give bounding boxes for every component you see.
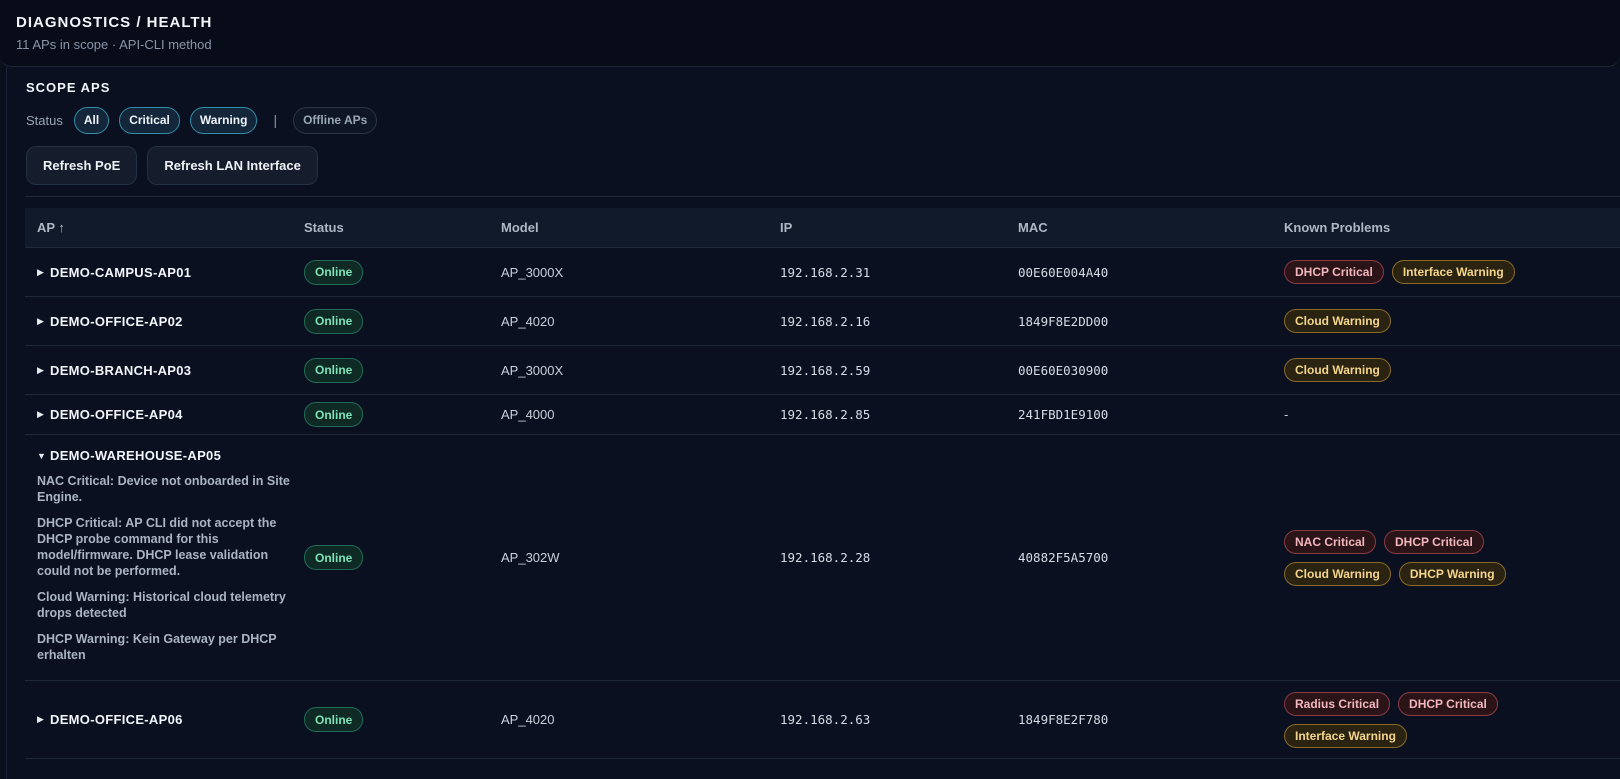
column-header-ip[interactable]: IP — [780, 220, 1018, 235]
ap-name: DEMO-OFFICE-AP04 — [50, 407, 183, 422]
refresh-poe-button[interactable]: Refresh PoE — [26, 146, 138, 185]
action-buttons: Refresh PoE Refresh LAN Interface — [26, 146, 318, 185]
status-badge: Online — [304, 308, 364, 334]
ip-cell: 192.168.2.85 — [780, 407, 871, 422]
problem-tag: DHCP Critical — [1284, 260, 1384, 284]
problem-tags: NAC Critical DHCP Critical Cloud Warning… — [1284, 529, 1544, 586]
ap-name-cell[interactable]: ▼ DEMO-WAREHOUSE-AP05 NAC Critical: Devi… — [25, 435, 304, 680]
ap-name: DEMO-OFFICE-AP06 — [50, 712, 183, 727]
problem-tags: DHCP Critical Interface Warning — [1284, 260, 1544, 284]
section-title: SCOPE APS — [26, 80, 111, 95]
detail-line: DHCP Critical: AP CLI did not accept the… — [37, 516, 277, 578]
column-header-status[interactable]: Status — [304, 220, 501, 235]
column-header-mac[interactable]: MAC — [1018, 220, 1284, 235]
table-row-expanded[interactable]: ▼ DEMO-WAREHOUSE-AP05 NAC Critical: Devi… — [25, 435, 1620, 681]
problem-tag: Interface Warning — [1284, 723, 1407, 748]
model-cell: AP_3000X — [501, 362, 564, 378]
ip-cell: 192.168.2.31 — [780, 264, 871, 280]
status-badge: Online — [304, 402, 364, 427]
ap-name: DEMO-CAMPUS-AP01 — [50, 264, 192, 280]
column-header-model[interactable]: Model — [501, 220, 780, 235]
ap-name: DEMO-WAREHOUSE-AP05 — [50, 448, 222, 463]
problem-tag: Radius Critical — [1284, 691, 1391, 716]
ap-name-cell[interactable]: ▶ DEMO-OFFICE-AP02 — [25, 314, 304, 329]
problem-tag: NAC Critical — [1284, 529, 1377, 554]
scope-panel: SCOPE APS Status All Critical Warning | … — [6, 67, 1620, 779]
filter-offline-chip[interactable]: Offline APs — [293, 106, 378, 134]
detail-line: NAC Critical: Device not onboarded in Si… — [37, 474, 290, 504]
model-cell: AP_3000X — [501, 264, 564, 280]
problem-tag: Cloud Warning — [1284, 358, 1391, 382]
page-subtitle: 11 APs in scope · API-CLI method — [16, 37, 212, 52]
page-header: DIAGNOSTICS / HEALTH 11 APs in scope · A… — [0, 0, 1620, 67]
problem-tag: DHCP Critical — [1398, 691, 1498, 716]
model-cell: AP_4000 — [501, 407, 555, 422]
column-header-known-problems[interactable]: Known Problems — [1284, 220, 1620, 235]
problem-tag: Interface Warning — [1391, 260, 1515, 284]
status-badge: Online — [304, 259, 364, 285]
ap-name-cell[interactable]: ▶ DEMO-BRANCH-AP03 — [25, 363, 304, 378]
model-cell: AP_4020 — [501, 712, 555, 727]
mac-cell: 00E60E004A40 — [1018, 264, 1109, 280]
filter-divider: | — [273, 112, 278, 128]
status-badge: Online — [304, 707, 364, 732]
filter-all-chip[interactable]: All — [73, 106, 110, 134]
mac-cell: 1849F8E2F780 — [1018, 712, 1109, 727]
mac-cell: 241FBD1E9100 — [1018, 407, 1109, 422]
table-header: AP ↑ Status Model IP MAC Known Problems — [25, 208, 1620, 248]
table-row[interactable]: ▶ DEMO-OFFICE-AP02 Online AP_4020 192.16… — [25, 297, 1620, 346]
separator — [25, 196, 1620, 197]
problem-tags: Cloud Warning — [1284, 358, 1544, 382]
status-badge: Online — [304, 357, 364, 383]
table-row[interactable]: ▶ DEMO-OFFICE-AP06 Online AP_4020 192.16… — [25, 681, 1620, 759]
detail-line: DHCP Warning: Kein Gateway per DHCP erha… — [37, 632, 277, 662]
mac-cell: 00E60E030900 — [1018, 362, 1109, 378]
page-title: DIAGNOSTICS / HEALTH — [16, 14, 213, 31]
ap-name: DEMO-OFFICE-AP02 — [50, 313, 183, 329]
refresh-lan-interface-button[interactable]: Refresh LAN Interface — [147, 146, 318, 185]
problem-tag: DHCP Warning — [1398, 561, 1506, 586]
problem-details: NAC Critical: Device not onboarded in Si… — [37, 473, 304, 663]
status-badge: Online — [304, 545, 364, 570]
table-row[interactable]: ▶ DEMO-BRANCH-AP03 Online AP_3000X 192.1… — [25, 346, 1620, 395]
mac-cell: 40882F5A5700 — [1018, 550, 1109, 565]
ap-name: DEMO-BRANCH-AP03 — [50, 362, 192, 378]
ip-cell: 192.168.2.63 — [780, 712, 871, 727]
filter-label: Status — [26, 112, 63, 128]
expand-caret-icon[interactable]: ▶ — [37, 365, 50, 376]
ap-name-cell[interactable]: ▶ DEMO-OFFICE-AP04 — [25, 407, 304, 422]
expand-caret-icon[interactable]: ▶ — [37, 409, 50, 420]
table-row[interactable]: ▶ DEMO-OFFICE-AP04 Online AP_4000 192.16… — [25, 395, 1620, 435]
table-row[interactable]: ▶ DEMO-CAMPUS-AP01 Online AP_3000X 192.1… — [25, 248, 1620, 297]
collapse-caret-icon[interactable]: ▼ — [37, 451, 50, 461]
problem-tag: DHCP Critical — [1384, 529, 1484, 554]
detail-line: Cloud Warning: Historical cloud telemetr… — [37, 590, 286, 620]
mac-cell: 1849F8E2DD00 — [1018, 313, 1109, 329]
model-cell: AP_4020 — [501, 313, 555, 329]
expand-caret-icon[interactable]: ▶ — [37, 267, 50, 278]
problem-tags: Cloud Warning — [1284, 309, 1544, 333]
model-cell: AP_302W — [501, 550, 560, 565]
problem-tag: Cloud Warning — [1284, 561, 1391, 586]
column-header-ap[interactable]: AP ↑ — [25, 220, 304, 235]
no-problems-cell: - — [1284, 407, 1289, 422]
problem-tags: Radius Critical DHCP Critical Interface … — [1284, 691, 1544, 748]
ip-cell: 192.168.2.59 — [780, 362, 871, 378]
ap-name-cell[interactable]: ▶ DEMO-CAMPUS-AP01 — [25, 265, 304, 280]
ip-cell: 192.168.2.16 — [780, 313, 871, 329]
problem-tag: Cloud Warning — [1284, 309, 1391, 333]
ap-table: AP ↑ Status Model IP MAC Known Problems … — [25, 208, 1620, 759]
status-filter-row: Status All Critical Warning | Offline AP… — [26, 106, 378, 134]
filter-warning-chip[interactable]: Warning — [189, 106, 258, 134]
filter-critical-chip[interactable]: Critical — [119, 106, 180, 134]
ap-name-cell[interactable]: ▶ DEMO-OFFICE-AP06 — [25, 712, 304, 727]
ip-cell: 192.168.2.28 — [780, 550, 871, 565]
expand-caret-icon[interactable]: ▶ — [37, 714, 50, 725]
expand-caret-icon[interactable]: ▶ — [37, 316, 50, 327]
